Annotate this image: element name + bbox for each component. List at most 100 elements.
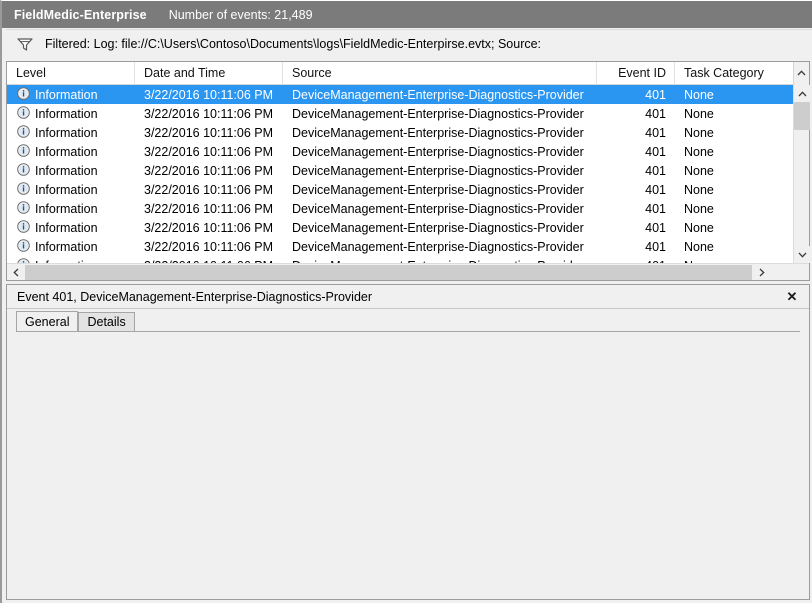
cell-date-and-time: 3/22/2016 10:11:06 PM	[135, 145, 283, 159]
information-icon	[17, 182, 30, 198]
event-list-header: Level Date and Time Source Event ID Task…	[7, 62, 809, 85]
header-chevron-up-icon[interactable]	[793, 62, 809, 85]
cell-level-text: Information	[35, 183, 98, 197]
cell-event-id: 401	[597, 164, 675, 178]
event-detail-title: Event 401, DeviceManagement-Enterprise-D…	[17, 290, 784, 304]
cell-event-id: 401	[597, 126, 675, 140]
scroll-left-icon[interactable]	[7, 264, 24, 281]
cell-task-category: None	[675, 164, 793, 178]
cell-level-text: Information	[35, 126, 98, 140]
event-viewer-window: FieldMedic-Enterprise Number of events: …	[0, 0, 812, 603]
column-header-event-id[interactable]: Event ID	[597, 62, 675, 85]
column-header-task-category[interactable]: Task Category	[675, 62, 793, 85]
vertical-scroll-thumb[interactable]	[794, 102, 810, 130]
event-row[interactable]: Information 3/22/2016 10:11:06 PMDeviceMa…	[7, 123, 793, 142]
event-rows-viewport[interactable]: Information3/22/2016 10:11:06 PMDeviceMa…	[7, 85, 793, 263]
cell-level-text: Information	[35, 145, 98, 159]
column-header-date-and-time[interactable]: Date and Time	[135, 62, 283, 85]
event-row[interactable]: Information3/22/2016 10:11:06 PMDeviceMa…	[7, 256, 793, 263]
log-title-bar: FieldMedic-Enterprise Number of events: …	[2, 1, 812, 28]
event-list-vertical-scrollbar[interactable]	[793, 85, 809, 263]
cell-level: Information	[7, 201, 135, 217]
cell-level: Information	[7, 125, 135, 141]
information-icon	[17, 239, 30, 255]
cell-event-id: 401	[597, 145, 675, 159]
event-list-panel: Level Date and Time Source Event ID Task…	[6, 61, 810, 281]
event-row[interactable]: Information 3/22/2016 10:11:06 PMDeviceMa…	[7, 180, 793, 199]
cell-task-category: None	[675, 107, 793, 121]
event-row[interactable]: Information 3/22/2016 10:11:06 PMDeviceMa…	[7, 161, 793, 180]
event-row[interactable]: Information3/22/2016 10:11:06 PMDeviceMa…	[7, 218, 793, 237]
cell-level: Information	[7, 220, 135, 236]
cell-level-text: Information	[35, 88, 98, 102]
cell-event-id: 401	[597, 240, 675, 254]
cell-event-id: 401	[597, 88, 675, 102]
cell-task-category: None	[675, 183, 793, 197]
event-count-label: Number of events: 21,489	[169, 8, 313, 22]
event-row[interactable]: Information3/22/2016 10:11:06 PMDeviceMa…	[7, 142, 793, 161]
cell-event-id: 401	[597, 107, 675, 121]
information-icon	[17, 87, 30, 103]
filter-description-text: Filtered: Log: file://C:\Users\Contoso\D…	[45, 37, 541, 51]
information-icon	[17, 220, 30, 236]
tabstrip-underline	[16, 331, 800, 332]
information-icon	[17, 106, 30, 122]
cell-source: DeviceManagement-Enterprise-Diagnostics-…	[283, 126, 597, 140]
detail-tabstrip: General Details	[16, 311, 135, 332]
event-detail-pane: Event 401, DeviceManagement-Enterprise-D…	[6, 284, 810, 600]
event-row[interactable]: Information3/22/2016 10:11:06 PMDeviceMa…	[7, 199, 793, 218]
cell-level-text: Information	[35, 164, 98, 178]
cell-source: DeviceManagement-Enterprise-Diagnostics-…	[283, 164, 597, 178]
cell-task-category: None	[675, 202, 793, 216]
horizontal-scroll-thumb[interactable]	[25, 265, 752, 280]
filter-funnel-icon	[15, 36, 35, 52]
cell-level: Information	[7, 106, 135, 122]
cell-level: Information	[7, 239, 135, 255]
cell-level: Information	[7, 163, 135, 179]
cell-level: Information	[7, 87, 135, 103]
column-header-level[interactable]: Level	[7, 62, 135, 85]
cell-date-and-time: 3/22/2016 10:11:06 PM	[135, 107, 283, 121]
scroll-up-icon[interactable]	[794, 85, 810, 102]
cell-task-category: None	[675, 221, 793, 235]
information-icon	[17, 163, 30, 179]
information-icon	[17, 144, 30, 160]
cell-task-category: None	[675, 145, 793, 159]
cell-date-and-time: 3/22/2016 10:11:06 PM	[135, 88, 283, 102]
column-header-source[interactable]: Source	[283, 62, 597, 85]
cell-source: DeviceManagement-Enterprise-Diagnostics-…	[283, 240, 597, 254]
cell-source: DeviceManagement-Enterprise-Diagnostics-…	[283, 107, 597, 121]
cell-date-and-time: 3/22/2016 10:11:06 PM	[135, 240, 283, 254]
cell-date-and-time: 3/22/2016 10:11:06 PM	[135, 183, 283, 197]
cell-level: Information	[7, 182, 135, 198]
cell-source: DeviceManagement-Enterprise-Diagnostics-…	[283, 88, 597, 102]
scroll-right-icon[interactable]	[753, 264, 770, 281]
cell-level-text: Information	[35, 107, 98, 121]
event-row[interactable]: Information 3/22/2016 10:11:06 PMDeviceMa…	[7, 104, 793, 123]
cell-date-and-time: 3/22/2016 10:11:06 PM	[135, 126, 283, 140]
cell-task-category: None	[675, 88, 793, 102]
event-row[interactable]: Information 3/22/2016 10:11:06 PMDeviceMa…	[7, 85, 793, 104]
cell-level-text: Information	[35, 221, 98, 235]
cell-source: DeviceManagement-Enterprise-Diagnostics-…	[283, 183, 597, 197]
cell-level: Information	[7, 144, 135, 160]
event-detail-header: Event 401, DeviceManagement-Enterprise-D…	[7, 285, 809, 309]
close-icon[interactable]: ✕	[784, 289, 800, 305]
tab-general[interactable]: General	[16, 311, 78, 332]
cell-task-category: None	[675, 240, 793, 254]
scroll-down-icon[interactable]	[794, 246, 810, 263]
cell-event-id: 401	[597, 221, 675, 235]
cell-event-id: 401	[597, 183, 675, 197]
log-name-title: FieldMedic-Enterprise	[14, 8, 147, 22]
information-icon	[17, 125, 30, 141]
cell-level-text: Information	[35, 240, 98, 254]
tab-details[interactable]: Details	[78, 312, 134, 332]
cell-task-category: None	[675, 126, 793, 140]
cell-event-id: 401	[597, 202, 675, 216]
cell-date-and-time: 3/22/2016 10:11:06 PM	[135, 221, 283, 235]
information-icon	[17, 201, 30, 217]
filter-bar[interactable]: Filtered: Log: file://C:\Users\Contoso\D…	[6, 29, 812, 58]
event-row[interactable]: Information 3/22/2016 10:11:06 PMDeviceMa…	[7, 237, 793, 256]
event-list-horizontal-scrollbar[interactable]	[7, 263, 809, 280]
cell-date-and-time: 3/22/2016 10:11:06 PM	[135, 164, 283, 178]
